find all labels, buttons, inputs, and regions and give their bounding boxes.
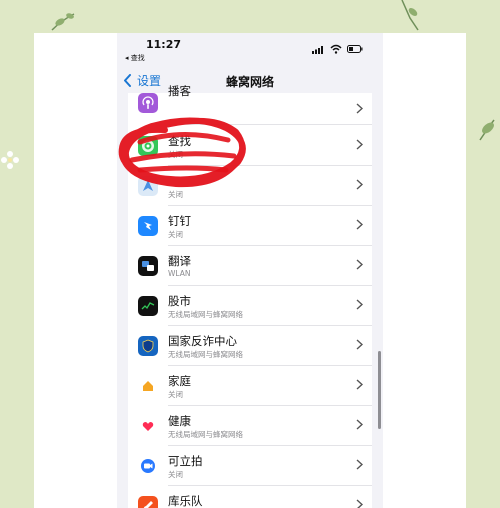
app-network-status: 关闭 <box>168 190 183 199</box>
app-name: 股市 <box>168 294 191 308</box>
chevron-right-icon <box>356 139 363 150</box>
stocks-icon <box>138 296 158 316</box>
app-name: 翻译 <box>168 254 191 268</box>
back-to-app-link[interactable]: ◂ 查找 <box>125 53 145 63</box>
app-network-status: 关闭 <box>168 230 183 239</box>
chevron-right-icon <box>356 219 363 230</box>
app-name: 可立拍 <box>168 454 203 468</box>
chevron-right-icon <box>356 259 363 270</box>
clips-icon <box>138 456 158 476</box>
divider <box>168 124 372 125</box>
app-network-status: 关闭 <box>168 390 183 399</box>
chevron-right-icon <box>356 179 363 190</box>
list-item-find-my[interactable]: 查找 关闭 <box>128 126 372 166</box>
app-network-status: 无线局域网与蜂窝网络 <box>168 350 243 359</box>
status-bar: 11:27 ◂ 查找 <box>117 33 383 63</box>
battery-icon <box>347 45 363 53</box>
garageband-icon <box>138 496 158 508</box>
chevron-right-icon <box>356 419 363 430</box>
app-network-status: 无线局域网与蜂窝网络 <box>168 310 243 319</box>
app-name: 国家反诈中心 <box>168 334 237 348</box>
list-item-dingtalk[interactable]: 钉钉 关闭 <box>128 206 372 246</box>
app-name: 钉钉 <box>168 214 191 228</box>
list-item-stocks[interactable]: 股市 无线局域网与蜂窝网络 <box>128 286 372 326</box>
chevron-right-icon <box>356 499 363 508</box>
chevron-right-icon <box>356 103 363 114</box>
chevron-right-icon <box>356 379 363 390</box>
podcasts-icon <box>138 93 158 113</box>
app-name: 库乐队 <box>168 494 203 508</box>
app-name: 家庭 <box>168 374 191 388</box>
chevron-right-icon <box>356 299 363 310</box>
maps-icon <box>138 176 158 196</box>
list-item-translate[interactable]: 翻译 WLAN <box>128 246 372 286</box>
cellular-signal-icon <box>312 46 323 54</box>
anti-fraud-icon <box>138 336 158 356</box>
find-my-icon <box>138 136 158 156</box>
scrollbar[interactable] <box>378 351 381 429</box>
app-name: 健康 <box>168 414 191 428</box>
chevron-right-icon <box>356 339 363 350</box>
app-name: 播客 <box>168 84 191 98</box>
phone-screen: 11:27 ◂ 查找 设置 蜂窝网络 播客 查找 关闭 关闭 钉钉 关闭 翻译 … <box>117 33 383 508</box>
list-item-home[interactable]: 家庭 关闭 <box>128 366 372 406</box>
app-network-status: 关闭 <box>168 470 183 479</box>
home-icon <box>138 376 158 396</box>
list-item-health[interactable]: 健康 无线局域网与蜂窝网络 <box>128 406 372 446</box>
app-list-main: 查找 关闭 关闭 钉钉 关闭 翻译 WLAN 股市 无线局域网与蜂窝网络 国家反… <box>128 126 372 508</box>
wifi-icon <box>330 44 342 54</box>
translate-icon <box>138 256 158 276</box>
list-item-maps[interactable]: 关闭 <box>128 166 372 206</box>
app-network-status: 无线局域网与蜂窝网络 <box>168 430 243 439</box>
list-item-anti-fraud[interactable]: 国家反诈中心 无线局域网与蜂窝网络 <box>128 326 372 366</box>
app-network-status: 关闭 <box>168 150 183 159</box>
app-network-status: WLAN <box>168 269 191 278</box>
chevron-right-icon <box>356 459 363 470</box>
list-item-clips[interactable]: 可立拍 关闭 <box>128 446 372 486</box>
list-item-garageband[interactable]: 库乐队 <box>128 486 372 508</box>
health-icon <box>138 416 158 436</box>
dingtalk-icon <box>138 216 158 236</box>
app-name: 查找 <box>168 134 191 148</box>
status-time: 11:27 <box>146 38 182 51</box>
